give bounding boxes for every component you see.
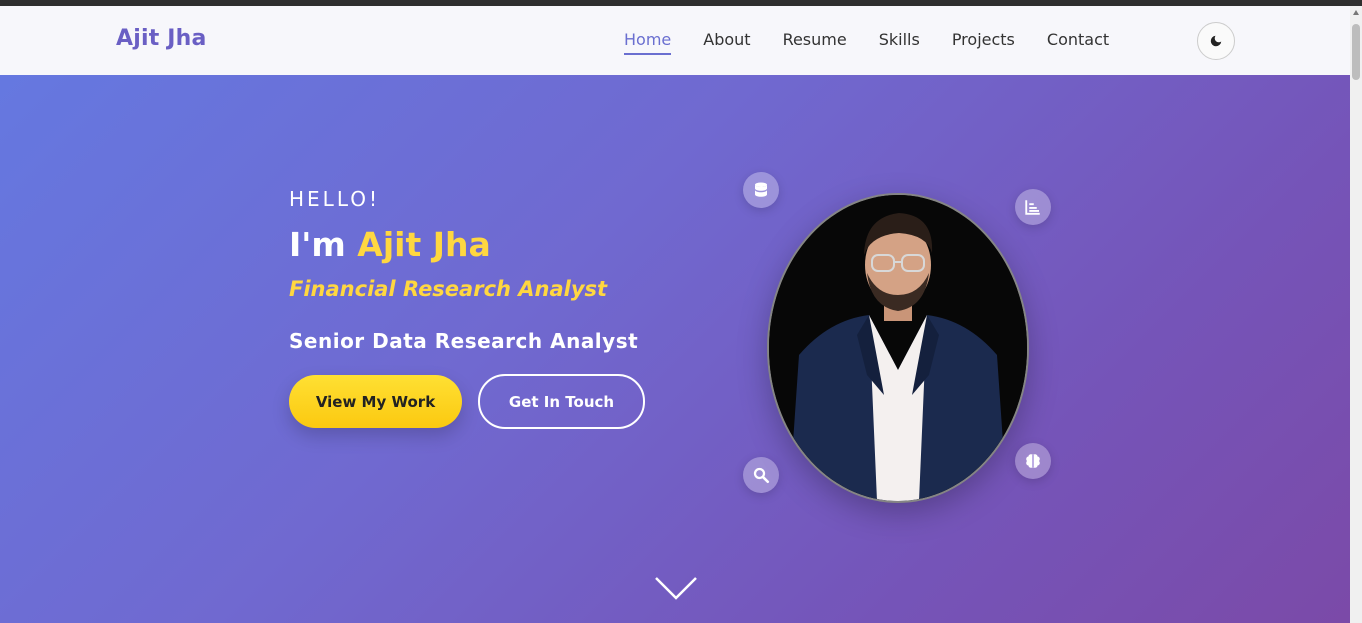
nav-links: Home About Resume Skills Projects Contac… xyxy=(624,30,1141,55)
theme-toggle-button[interactable] xyxy=(1197,22,1235,60)
nav-item-resume[interactable]: Resume xyxy=(783,30,847,55)
nav-item-projects[interactable]: Projects xyxy=(952,30,1015,55)
nav-item-about[interactable]: About xyxy=(703,30,750,55)
hero-title: I'm Ajit Jha xyxy=(289,225,491,264)
hero-section: HELLO! I'm Ajit Jha Financial Research A… xyxy=(0,75,1350,623)
brain-icon xyxy=(1026,454,1040,468)
view-my-work-button[interactable]: View My Work xyxy=(289,375,462,428)
hero-role-primary: Financial Research Analyst xyxy=(289,277,608,301)
brain-float-badge xyxy=(1015,443,1051,479)
moon-icon xyxy=(1210,35,1222,47)
search-icon xyxy=(753,467,770,484)
page-scrollbar[interactable] xyxy=(1350,6,1362,623)
profile-photo-illustration xyxy=(769,195,1027,501)
hero-greeting: HELLO! xyxy=(289,187,381,211)
get-in-touch-button[interactable]: Get In Touch xyxy=(478,374,645,429)
hero-name: Ajit Jha xyxy=(357,225,491,264)
nav-item-home[interactable]: Home xyxy=(624,30,672,55)
hero-intro: I'm xyxy=(289,225,346,264)
scroll-thumb[interactable] xyxy=(1352,24,1360,80)
nav-item-skills[interactable]: Skills xyxy=(879,30,920,55)
database-icon xyxy=(755,182,767,197)
chart-float-badge xyxy=(1015,189,1051,225)
scroll-up-arrow-icon[interactable] xyxy=(1353,10,1359,15)
hero-role-secondary: Senior Data Research Analyst xyxy=(289,329,639,353)
chart-icon xyxy=(1025,200,1040,215)
nav-item-contact[interactable]: Contact xyxy=(1047,30,1109,55)
search-float-badge xyxy=(743,457,779,493)
profile-photo xyxy=(767,193,1029,503)
database-float-badge xyxy=(743,172,779,208)
brand-logo[interactable]: Ajit Jha xyxy=(116,26,207,51)
navbar: Ajit Jha Home About Resume Skills Projec… xyxy=(0,6,1350,75)
chevron-down-icon[interactable] xyxy=(654,575,698,601)
